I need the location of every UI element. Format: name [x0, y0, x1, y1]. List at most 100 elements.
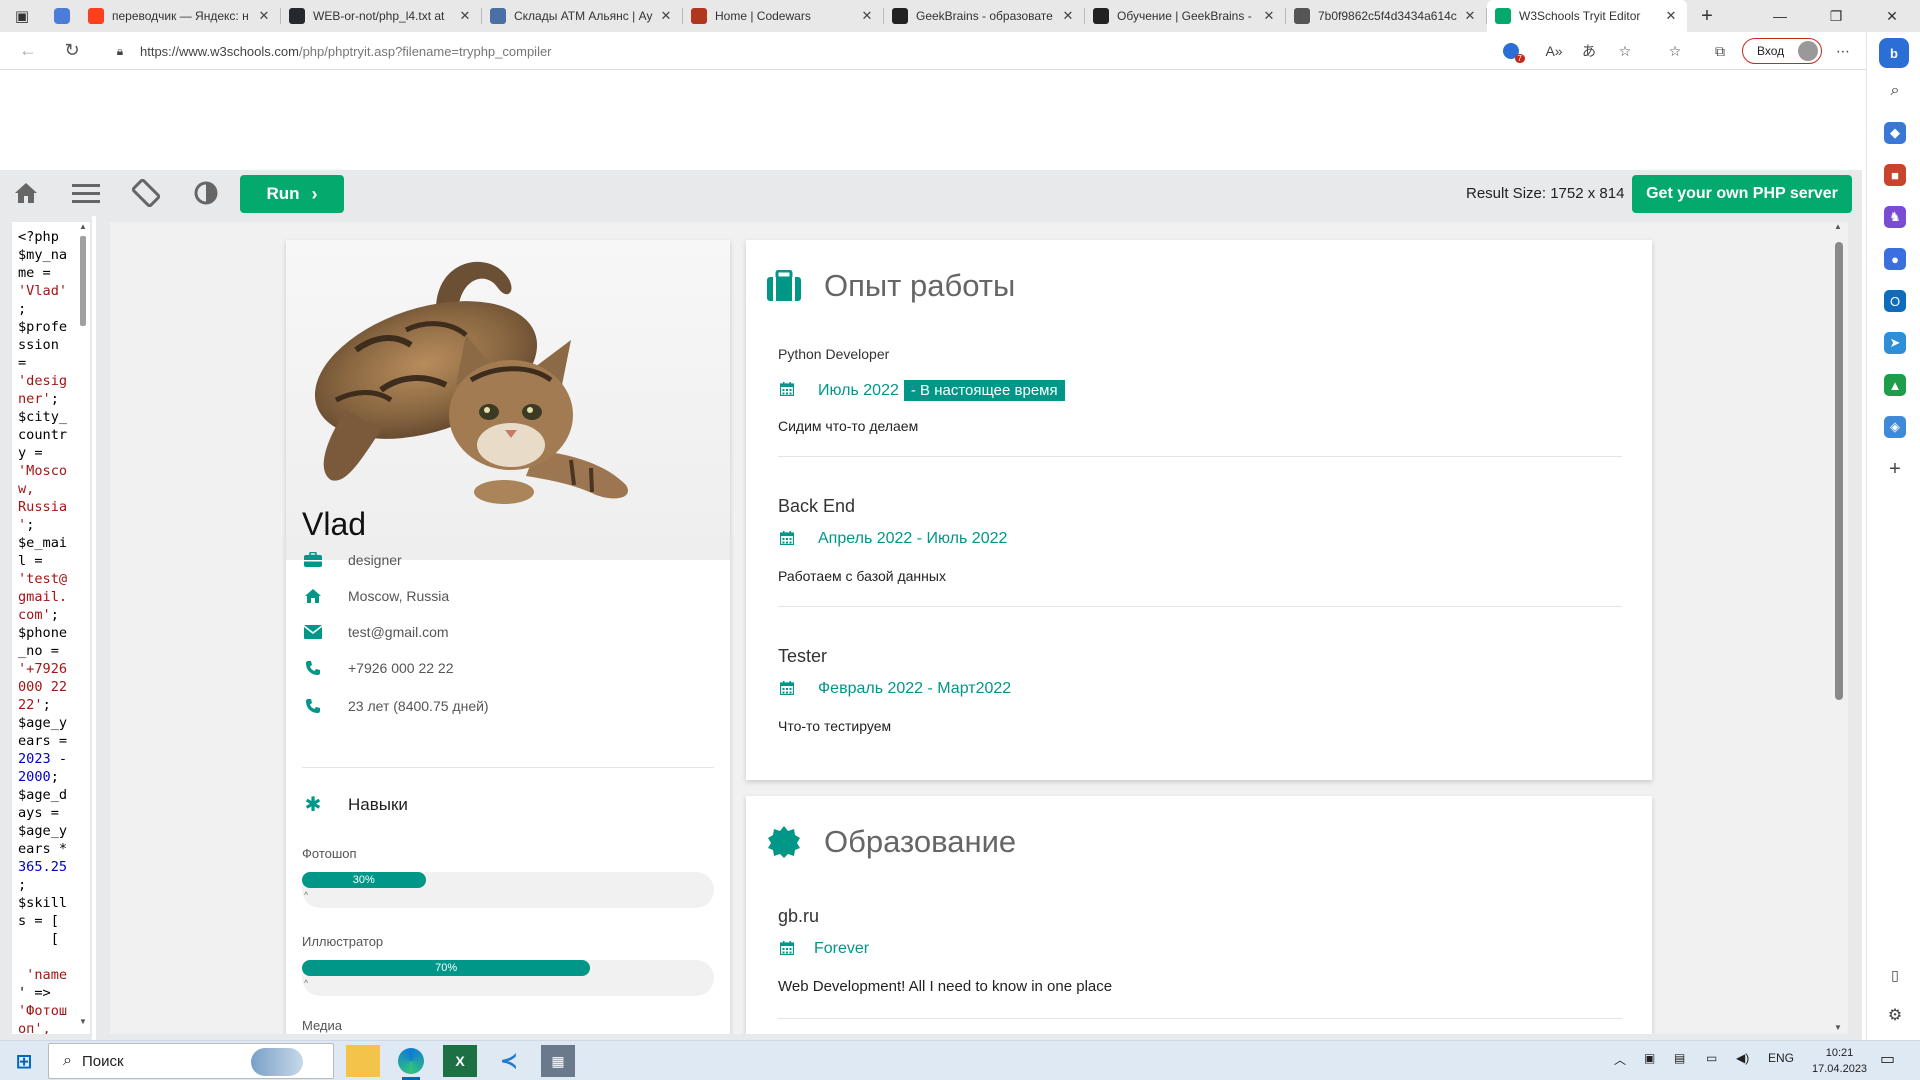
back-button[interactable]: ← — [10, 33, 46, 69]
browser-tab[interactable]: GeekBrains - образовате ✕ — [884, 0, 1084, 32]
home-icon[interactable] — [10, 179, 42, 207]
divider — [778, 1018, 1622, 1019]
result-scrollbar[interactable]: ▲ ▼ — [1830, 222, 1848, 1034]
add-sidebar-icon[interactable]: + — [1884, 458, 1906, 480]
cube-icon[interactable]: ◈ — [1884, 416, 1906, 438]
dark-mode-icon[interactable] — [190, 179, 222, 207]
current-badge: - В настоящее время — [903, 380, 1065, 401]
close-window-button[interactable]: ✕ — [1864, 0, 1920, 32]
result-scrollbar-thumb[interactable] — [1835, 242, 1843, 700]
edge-icon[interactable] — [394, 1045, 428, 1080]
tracking-prevention-icon[interactable]: 7 — [1500, 40, 1525, 63]
code-token: = — [18, 355, 27, 371]
language-indicator[interactable]: ENG — [1768, 1051, 1794, 1065]
bing-copilot-icon[interactable]: b — [1879, 38, 1909, 68]
tab-close-icon[interactable]: ✕ — [1261, 8, 1277, 24]
tools-icon[interactable]: ■ — [1884, 164, 1906, 186]
education-date: Forever — [778, 940, 869, 958]
volume-icon[interactable]: ◀) — [1736, 1051, 1749, 1065]
tab-actions-icon[interactable]: ▣ — [0, 0, 44, 32]
code-scrollbar-thumb[interactable] — [80, 236, 86, 326]
code-token: $phone — [18, 625, 68, 641]
job-title: Python Developer — [778, 346, 890, 362]
new-tab-button[interactable]: + — [1687, 0, 1727, 32]
file-explorer-icon[interactable] — [346, 1045, 380, 1077]
skill-bar: 70% ^ — [302, 960, 714, 996]
more-menu-icon[interactable]: ⋯ — [1832, 40, 1854, 62]
send-icon[interactable]: ➤ — [1884, 332, 1906, 354]
tab-close-icon[interactable]: ✕ — [658, 8, 674, 24]
favorites-icon[interactable]: ☆ — [1664, 40, 1686, 62]
workspaces-icon[interactable] — [44, 0, 80, 32]
tab-close-icon[interactable]: ✕ — [1462, 8, 1478, 24]
avatar — [1798, 41, 1818, 61]
browser-tab[interactable]: 7b0f9862c5f4d3434a614c ✕ — [1286, 0, 1486, 32]
skill-bar: 30% ^ — [302, 872, 714, 908]
favorites-add-icon[interactable]: ☆ — [1614, 40, 1636, 62]
tab-close-icon[interactable]: ✕ — [1060, 8, 1076, 24]
taskbar-search[interactable]: ⌕ Поиск — [48, 1043, 334, 1079]
skills-heading: ✱ Навыки — [302, 792, 408, 817]
microsoft365-icon[interactable]: ● — [1884, 248, 1906, 270]
search-icon[interactable]: ⌕ — [1884, 80, 1906, 102]
profile-info-row: test@gmail.com — [302, 620, 449, 644]
tab-close-icon[interactable]: ✕ — [256, 8, 272, 24]
skill-label: Фотошоп — [302, 846, 357, 861]
address-bar: ← ↻ 🔒︎ https://www.w3schools.com/php/php… — [0, 32, 1866, 70]
tray-chevron-icon[interactable]: ︿ — [1614, 1051, 1626, 1068]
notifications-icon[interactable]: ▭ — [1880, 1049, 1895, 1069]
code-token: ; — [50, 769, 59, 785]
tab-close-icon[interactable]: ✕ — [859, 8, 875, 24]
get-server-button[interactable]: Get your own PHP server — [1632, 175, 1852, 213]
code-scrollbar[interactable]: ▲ ▼ — [78, 222, 88, 1026]
browser-tab[interactable]: Склады АТМ Альянс | Ау ✕ — [482, 0, 682, 32]
games-icon[interactable]: ♞ — [1884, 206, 1906, 228]
settings-gear-icon[interactable]: ⚙ — [1884, 1004, 1906, 1026]
tab-close-icon[interactable]: ✕ — [457, 8, 473, 24]
minimize-button[interactable]: — — [1752, 0, 1808, 32]
tray-app2-icon[interactable]: ▤ — [1674, 1051, 1685, 1065]
calculator-icon[interactable]: ▦ — [541, 1045, 575, 1077]
browser-tab[interactable]: Home | Codewars ✕ — [683, 0, 883, 32]
divider — [778, 456, 1622, 457]
restore-button[interactable]: ❐ — [1808, 0, 1864, 32]
tab-title: Склады АТМ Альянс | Ау — [514, 9, 653, 23]
profile-photo: Vlad — [286, 240, 730, 560]
code-token: w, — [18, 481, 35, 497]
rotate-layout-icon[interactable] — [130, 179, 162, 207]
network-icon[interactable]: ▭ — [1706, 1051, 1717, 1065]
code-token: - — [50, 751, 68, 767]
lock-icon[interactable]: 🔒︎ — [108, 44, 132, 59]
excel-icon[interactable]: X — [443, 1045, 477, 1077]
collections-icon[interactable]: ⧉ — [1709, 40, 1731, 62]
tree-icon[interactable]: ▲ — [1884, 374, 1906, 396]
translate-icon[interactable]: あ — [1578, 40, 1600, 62]
sidebar-toggle-icon[interactable]: ▯ — [1884, 964, 1906, 986]
clock[interactable]: 10:21 17.04.2023 — [1812, 1045, 1867, 1077]
run-button[interactable]: Run › — [240, 175, 344, 213]
url-field[interactable]: 🔒︎ https://www.w3schools.com/php/phptryi… — [108, 36, 1508, 66]
refresh-button[interactable]: ↻ — [54, 33, 90, 69]
outlook-icon[interactable]: O — [1884, 290, 1906, 312]
browser-tab[interactable]: W3Schools Tryit Editor ✕ — [1487, 0, 1687, 32]
signin-button[interactable]: Вход — [1742, 38, 1822, 64]
shopping-icon[interactable]: ◆ — [1884, 122, 1906, 144]
tray-app-icon[interactable]: ▣ — [1644, 1051, 1655, 1065]
code-token: $e_mai — [18, 535, 68, 551]
code-token: ; — [42, 697, 51, 713]
read-aloud-icon[interactable]: A» — [1543, 40, 1565, 62]
vscode-icon[interactable]: ≺ — [492, 1045, 526, 1077]
tab-close-icon[interactable]: ✕ — [1663, 8, 1679, 24]
browser-tab[interactable]: WEB-or-not/php_l4.txt at ✕ — [281, 0, 481, 32]
menu-icon[interactable] — [70, 179, 102, 207]
phone-icon — [302, 697, 324, 715]
tab-favicon-icon — [1093, 8, 1109, 24]
code-token: 22' — [18, 697, 43, 713]
browser-tab[interactable]: переводчик — Яндекс: н ✕ — [80, 0, 280, 32]
education-description: Web Development! All I need to know in o… — [778, 978, 1113, 995]
w3-top-area — [0, 70, 1862, 170]
code-token: '+7926 — [18, 661, 68, 677]
browser-tab[interactable]: Обучение | GeekBrains - ✕ — [1085, 0, 1285, 32]
code-token: ears = — [18, 733, 68, 749]
windows-start-icon[interactable]: ⊞ — [7, 1045, 41, 1077]
